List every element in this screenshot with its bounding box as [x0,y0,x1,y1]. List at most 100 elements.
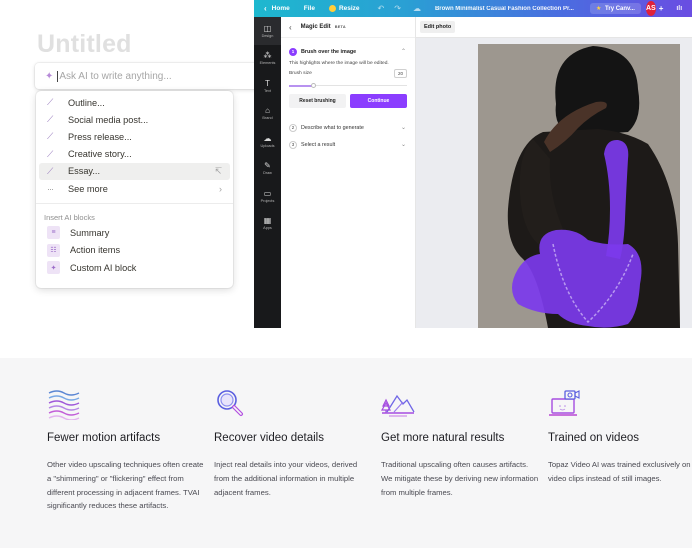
feature-text: Other video upscaling techniques often c… [47,460,204,511]
file-menu[interactable]: File [304,5,315,12]
feature-text: Topaz Video AI was trained exclusively o… [548,460,691,483]
apps-grid-icon: ▦ [263,216,272,226]
resize-button[interactable]: Resize [328,5,360,12]
rail-item-design[interactable]: ◫ Design [254,17,281,45]
try-label: Try Canv... [605,6,635,12]
step-select-result[interactable]: 3 Select a result ⌄ [281,137,415,152]
rail-label: Draw [263,171,272,176]
rail-label: Design [261,33,274,38]
menu-item-label: Summary [70,227,110,238]
menu-item-label: Essay... [68,166,100,177]
page-title[interactable]: Untitled [37,30,132,59]
rail-item-projects[interactable]: ▭ Projects [254,182,281,210]
home-label: Home [271,5,290,12]
back-chevron-icon[interactable]: ‹ [289,23,292,32]
draw-icon: ✎ [264,161,271,171]
mountains-icon [381,394,415,417]
beta-badge: BETA [334,25,346,29]
pencil-icon: ⟋ [47,165,54,176]
folder-icon: ▭ [263,188,272,198]
canva-side-rail: ◫ Design ⁂ Elements T Text ⌂ Brand ☁ Upl… [254,17,281,328]
menu-item-action-items[interactable]: ☷ Action items [39,242,230,260]
rail-item-elements[interactable]: ⁂ Elements [254,45,281,73]
brush-size-label: Brush size [289,71,312,76]
home-button[interactable]: ‹ Home [264,4,290,13]
redo-icon[interactable]: ↷ [394,4,401,13]
feature-title: Get more natural results [381,432,505,444]
menu-item-label: Action items [70,245,121,256]
text-caret [57,70,59,82]
ask-ai-input-wrapper[interactable]: ✦ [35,63,260,89]
edit-photo-button[interactable]: Edit photo [420,21,456,33]
sparkle-icon: ✦ [47,261,60,275]
feature-title: Fewer motion artifacts [47,432,161,444]
brush-size-row: Brush size 20 [281,66,415,78]
rail-label: Apps [263,226,272,231]
pencil-icon: ⟋ [47,114,54,125]
step-number: 1 [289,47,297,56]
rail-item-draw[interactable]: ✎ Draw [254,155,281,183]
menu-item-label: Creative story... [68,149,132,160]
step-number: 3 [289,140,297,149]
reset-brushing-button[interactable]: Reset brushing [289,94,346,108]
photo-canvas[interactable] [478,44,680,328]
menu-item-creative-story[interactable]: ⟋ Creative story... [39,146,230,163]
menu-section-label: Insert AI blocks [44,212,95,222]
features-section: Fewer motion artifacts Other video upsca… [0,358,692,548]
rail-item-apps[interactable]: ▦ Apps [254,210,281,238]
step-label: Brush over the image [301,48,357,55]
rail-label: Uploads [260,143,275,148]
insights-chart-icon[interactable]: ılı [676,5,682,12]
menu-divider [36,203,233,205]
continue-button[interactable]: Continue [350,94,407,108]
add-collaborator-icon[interactable]: + [659,4,664,13]
rail-label: Elements [259,61,276,66]
menu-item-essay[interactable]: ⟋ Essay... ↸ [39,162,230,180]
enter-arrow-icon: ↸ [214,165,222,176]
star-icon: ★ [595,6,602,12]
panel-header: ‹ Magic Edit BETA [281,17,415,38]
canva-window: ‹ Home File Resize ↶ ↷ ☁ Brown Minimalis… [254,0,692,328]
layout-icon: ◫ [263,23,272,33]
menu-item-custom-ai-block[interactable]: ✦ Custom AI block [39,259,230,277]
avatar[interactable]: AS [645,1,656,16]
pencil-icon: ⟋ [47,131,54,142]
brush-size-input[interactable]: 20 [393,69,407,78]
menu-item-outline[interactable]: ⟋ Outline... [39,94,230,111]
action-buttons: Reset brushing Continue [281,88,415,108]
pencil-icon: ⟋ [47,97,54,108]
menu-item-see-more[interactable]: ··· See more › [39,180,230,197]
ask-ai-input[interactable] [59,70,240,82]
magic-edit-panel: ‹ Magic Edit BETA 1 Brush over the image… [281,17,416,328]
undo-icon[interactable]: ↶ [378,4,385,13]
rail-item-text[interactable]: T Text [254,72,281,100]
screenshot-root: Untitled ✦ ⟋ Outline... ⟋ Social media p… [0,0,692,548]
pencil-icon: ⟋ [47,148,54,159]
menu-item-social-media-post[interactable]: ⟋ Social media post... [39,111,230,128]
feature-title: Trained on videos [548,432,639,444]
ai-sparkle-icon: ✦ [45,70,54,82]
step-number: 2 [289,123,297,132]
chevron-down-icon: ⌄ [400,125,406,131]
step-brush[interactable]: 1 Brush over the image ⌃ [281,44,415,59]
menu-item-summary[interactable]: ≡ Summary [39,224,230,242]
menu-item-label: Outline... [68,97,105,108]
rail-label: Projects [260,198,275,203]
slider-thumb[interactable] [310,83,316,88]
try-canva-pro-button[interactable]: ★ Try Canv... [589,3,641,14]
document-title[interactable]: Brown Minimalist Casual Fashion Collecti… [435,6,574,12]
brush-size-slider[interactable] [289,83,407,88]
menu-item-press-release[interactable]: ⟋ Press release... [39,128,230,145]
canva-top-bar: ‹ Home File Resize ↶ ↷ ☁ Brown Minimalis… [254,0,692,17]
ellipsis-icon: ··· [47,183,54,194]
slider-fill [289,84,313,87]
step-describe[interactable]: 2 Describe what to generate ⌄ [281,120,415,135]
step-label: Describe what to generate [301,124,364,131]
editor-toolbar: Edit photo [416,17,692,38]
rail-item-brand[interactable]: ⌂ Brand [254,100,281,128]
magnifier-icon [217,390,243,416]
rail-item-uploads[interactable]: ☁ Uploads [254,127,281,155]
cloud-sync-icon[interactable]: ☁ [413,4,421,13]
chevron-down-icon: ⌄ [400,142,406,148]
resize-label: Resize [338,5,360,12]
